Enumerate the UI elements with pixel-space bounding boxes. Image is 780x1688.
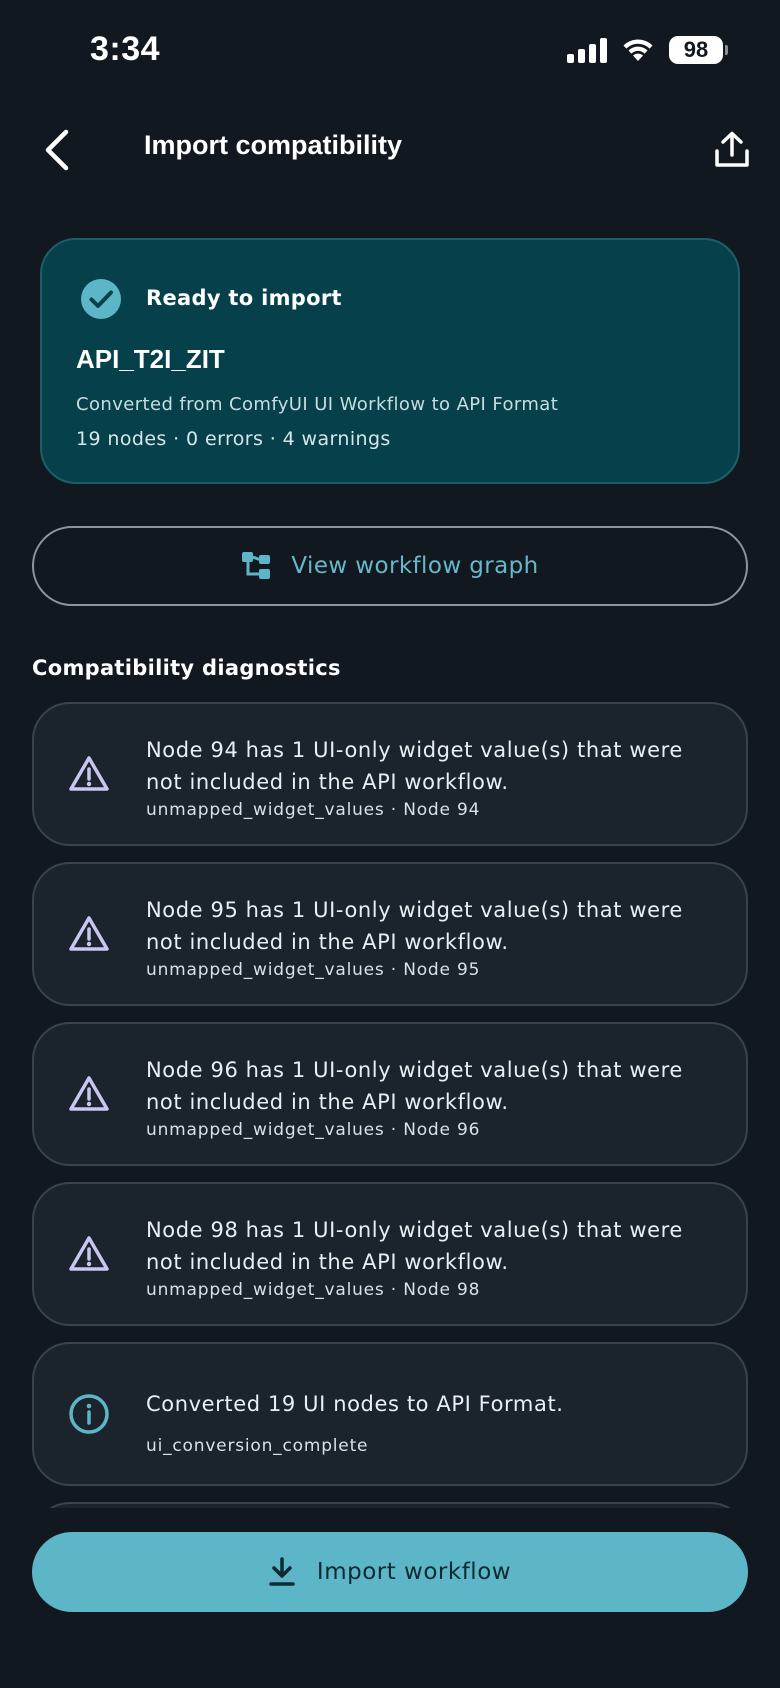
import-workflow-label: Import workflow	[316, 1559, 512, 1585]
diagnostic-item-partial	[32, 1502, 748, 1508]
battery-icon: 98	[669, 36, 728, 64]
share-button[interactable]	[710, 128, 754, 172]
share-icon	[715, 131, 749, 167]
wifi-icon	[623, 39, 653, 61]
diagnostic-message: Node 98 has 1 UI-only widget value(s) th…	[146, 1218, 683, 1274]
workflow-graph-icon	[242, 552, 271, 579]
download-icon	[269, 1557, 295, 1586]
import-summary-card: Ready to import API_T2I_ZIT Converted fr…	[40, 238, 740, 484]
diagnostic-item: Node 98 has 1 UI-only widget value(s) th…	[32, 1182, 748, 1326]
status-icons: 98	[567, 36, 728, 64]
warning-icon	[69, 1076, 109, 1111]
diagnostic-message: Node 95 has 1 UI-only widget value(s) th…	[146, 898, 683, 954]
import-workflow-button[interactable]: Import workflow	[32, 1532, 748, 1612]
diagnostic-meta: unmapped_widget_values · Node 95	[146, 960, 481, 980]
conversion-source: Converted from ComfyUI UI Workflow to AP…	[76, 394, 559, 415]
battery-level: 98	[669, 36, 723, 64]
diagnostic-meta: unmapped_widget_values · Node 94	[146, 800, 481, 820]
diagnostic-message: Converted 19 UI nodes to API Format.	[146, 1392, 564, 1416]
warning-icon	[69, 916, 109, 951]
diagnostic-message: Node 94 has 1 UI-only widget value(s) th…	[146, 738, 683, 794]
check-circle-icon	[81, 279, 121, 319]
chevron-left-icon	[45, 129, 69, 171]
diagnostics-list[interactable]: Node 94 has 1 UI-only widget value(s) th…	[32, 702, 748, 1508]
import-compatibility-screen: 3:34 98 Import compatibility Ready to im…	[0, 0, 780, 1688]
warning-icon	[69, 1236, 109, 1271]
cellular-signal-icon	[567, 37, 607, 63]
diagnostics-title: Compatibility diagnostics	[32, 656, 341, 680]
view-workflow-graph-label: View workflow graph	[291, 553, 539, 579]
diagnostic-meta: unmapped_widget_values · Node 96	[146, 1120, 481, 1140]
diagnostic-item: Node 94 has 1 UI-only widget value(s) th…	[32, 702, 748, 846]
diagnostic-item: Node 96 has 1 UI-only widget value(s) th…	[32, 1022, 748, 1166]
diagnostic-message: Node 96 has 1 UI-only widget value(s) th…	[146, 1058, 683, 1114]
workflow-name: API_T2I_ZIT	[76, 344, 225, 374]
back-button[interactable]	[36, 124, 76, 176]
workflow-stats: 19 nodes · 0 errors · 4 warnings	[76, 428, 391, 450]
diagnostic-meta: unmapped_widget_values · Node 98	[146, 1280, 481, 1300]
warning-icon	[69, 756, 109, 791]
info-icon	[69, 1394, 109, 1434]
status-time: 3:34	[90, 30, 161, 68]
view-workflow-graph-button[interactable]: View workflow graph	[32, 526, 748, 606]
page-title: Import compatibility	[144, 130, 403, 160]
diagnostic-item: Converted 19 UI nodes to API Format. ui_…	[32, 1342, 748, 1486]
diagnostic-meta: ui_conversion_complete	[146, 1436, 369, 1456]
import-status-label: Ready to import	[146, 286, 342, 310]
diagnostic-item: Node 95 has 1 UI-only widget value(s) th…	[32, 862, 748, 1006]
